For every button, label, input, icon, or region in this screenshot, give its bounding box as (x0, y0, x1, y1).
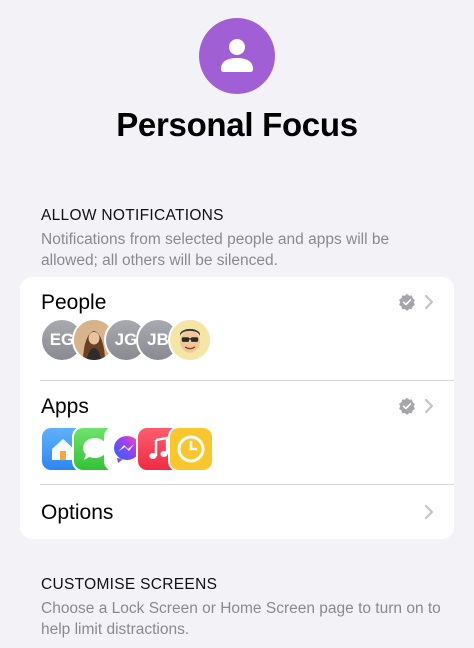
avatar-initials: EG (49, 330, 75, 349)
people-row[interactable]: People EG JG JB (20, 277, 454, 380)
avatar-initials: JG (114, 330, 138, 349)
apps-label: Apps (41, 395, 89, 418)
avatar-initials: JB (147, 330, 169, 349)
chevron-right-icon (424, 504, 434, 520)
allow-notifications-footer: Notifications from selected people and a… (41, 231, 390, 269)
page-title: Personal Focus (116, 106, 358, 143)
chevron-right-icon (424, 398, 434, 414)
focus-icon[interactable] (199, 18, 275, 94)
customise-screens-footer: Choose a Lock Screen or Home Screen page… (41, 600, 441, 638)
verified-badge-icon (399, 397, 415, 415)
apps-row[interactable]: Apps (20, 381, 454, 484)
customise-screens-header: CUSTOMISE SCREENS (41, 576, 218, 593)
allow-notifications-card: People EG JG JB Apps Options (20, 277, 454, 539)
allow-notifications-header: ALLOW NOTIFICATIONS (41, 207, 224, 224)
avatar-memoji (168, 318, 212, 362)
options-row[interactable]: Options (20, 485, 454, 539)
memoji-icon (170, 320, 210, 360)
people-label: People (41, 291, 107, 314)
options-label: Options (41, 501, 114, 524)
person-icon (221, 39, 253, 72)
verified-badge-icon (399, 293, 415, 311)
clock-app-icon (168, 426, 214, 472)
chevron-right-icon (424, 294, 434, 310)
